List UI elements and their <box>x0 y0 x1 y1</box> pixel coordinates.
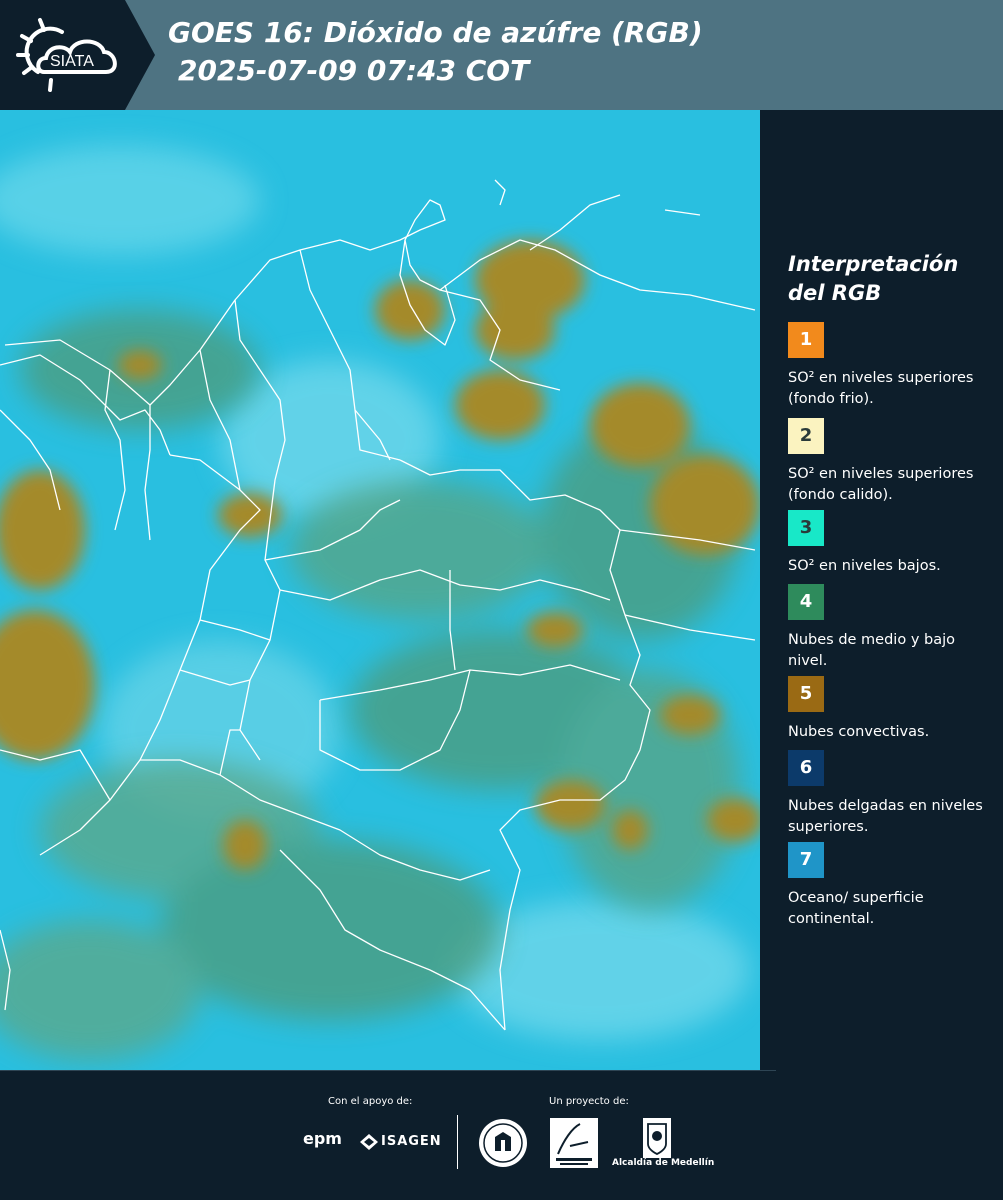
siata-logo: SIATA <box>0 0 155 110</box>
footer-divider <box>0 1070 776 1071</box>
project-label: Un proyecto de: <box>549 1096 629 1107</box>
title-line-2: 2025-07-09 07:43 COT <box>178 54 530 87</box>
legend-panel: Interpretación del RGB 1 SO² en niveles … <box>760 110 1003 1070</box>
legend-swatch-5: 5 <box>788 676 824 712</box>
alcaldia-shield-icon <box>643 1118 671 1158</box>
legend-text-3: SO² en niveles bajos. <box>788 558 941 574</box>
support-label: Con el apoyo de: <box>328 1096 413 1107</box>
legend-item-6: 6 Nubes delgadas en niveles superiores. <box>788 750 988 838</box>
legend-item-4: 4 Nubes de medio y bajo nivel. <box>788 584 988 672</box>
legend-swatch-3: 3 <box>788 510 824 546</box>
legend-text-6: Nubes delgadas en niveles superiores. <box>788 798 983 835</box>
alcaldia-label: Alcaldía de Medellín <box>612 1158 715 1168</box>
isagen-logo: ISAGEN <box>381 1134 442 1149</box>
legend-item-3: 3 SO² en niveles bajos. <box>788 510 988 577</box>
legend-title-line-2: del RGB <box>788 281 882 305</box>
satellite-map <box>0 110 760 1070</box>
legend-item-1: 1 SO² en niveles superiores (fondo frio)… <box>788 322 988 410</box>
legend-text-2: SO² en niveles superiores (fondo calido)… <box>788 466 974 503</box>
svg-text:SIATA: SIATA <box>50 53 94 70</box>
area-metropolitana-logo <box>550 1118 598 1168</box>
legend-title: Interpretación del RGB <box>788 250 958 308</box>
legend-text-7: Oceano/ superficie continental. <box>788 890 924 927</box>
epm-logo: epm <box>303 1129 342 1148</box>
page-title: GOES 16: Dióxido de azúfre (RGB) 2025-07… <box>168 14 703 90</box>
legend-item-2: 2 SO² en niveles superiores (fondo calid… <box>788 418 988 506</box>
legend-swatch-1: 1 <box>788 322 824 358</box>
legend-swatch-4: 4 <box>788 584 824 620</box>
footer: Con el apoyo de: epm ISAGEN Un proyecto … <box>0 1070 1003 1200</box>
legend-title-line-1: Interpretación <box>788 252 959 276</box>
title-line-1: GOES 16: Dióxido de azúfre (RGB) <box>168 16 703 49</box>
header-bar: SIATA GOES 16: Dióxido de azúfre (RGB) 2… <box>0 0 1003 110</box>
legend-text-1: SO² en niveles superiores (fondo frio). <box>788 370 974 407</box>
isagen-icon <box>360 1134 378 1150</box>
footer-separator <box>457 1115 458 1169</box>
legend-text-4: Nubes de medio y bajo nivel. <box>788 632 955 669</box>
legend-text-5: Nubes convectivas. <box>788 724 930 740</box>
legend-item-5: 5 Nubes convectivas. <box>788 676 988 743</box>
legend-swatch-2: 2 <box>788 418 824 454</box>
legend-item-7: 7 Oceano/ superficie continental. <box>788 842 988 930</box>
medellin-seal-icon <box>479 1119 527 1167</box>
legend-swatch-7: 7 <box>788 842 824 878</box>
legend-swatch-6: 6 <box>788 750 824 786</box>
